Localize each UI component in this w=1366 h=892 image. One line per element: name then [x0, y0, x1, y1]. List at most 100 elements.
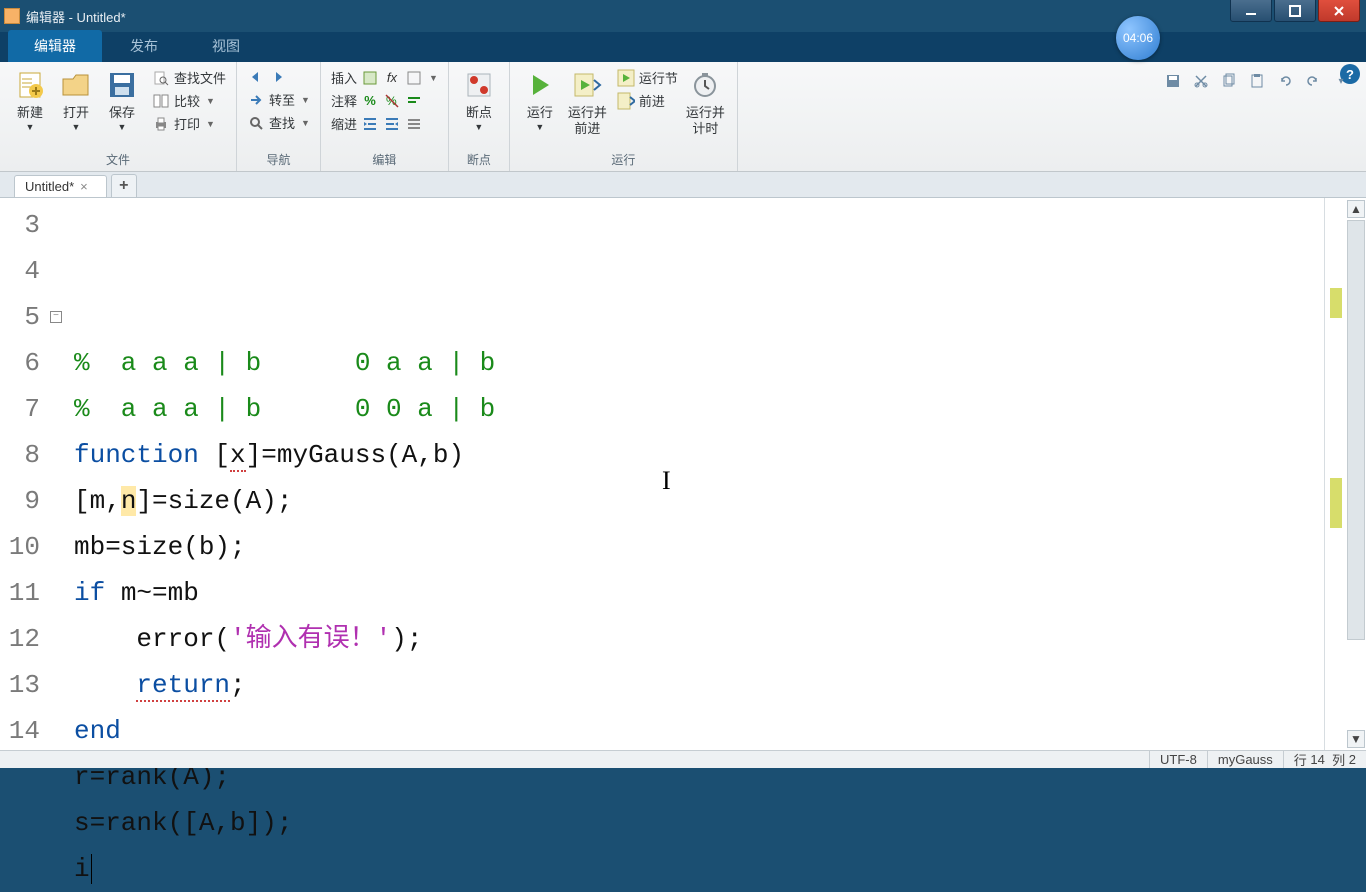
change-strip	[1327, 198, 1343, 750]
code-area[interactable]: I % a a a | b 0 a a | b% a a a | b 0 0 a…	[74, 198, 1324, 750]
code-line[interactable]: if m~=mb	[74, 570, 1324, 616]
clock-icon	[688, 68, 722, 102]
code-editor[interactable]: 34567891011121314 − I % a a a | b 0 a a …	[0, 198, 1366, 750]
code-line[interactable]: mb=size(b);	[74, 524, 1324, 570]
document-tab[interactable]: Untitled* ×	[14, 175, 107, 197]
qat-more[interactable]: ▾	[1330, 70, 1352, 92]
status-bar: UTF-8 myGauss 行 14 列 2	[0, 750, 1366, 768]
status-function: myGauss	[1207, 751, 1283, 768]
fx-icon: fx	[383, 69, 401, 87]
code-line[interactable]: % a a a | b 0 a a | b	[74, 340, 1324, 386]
run-section-icon	[617, 69, 635, 87]
find-button[interactable]: 查找 ▼	[245, 111, 312, 134]
code-line[interactable]: error('输入有误！');	[74, 616, 1324, 662]
qat-undo[interactable]	[1274, 70, 1296, 92]
new-button[interactable]: 新建 ▼	[8, 66, 52, 134]
qat-save[interactable]	[1162, 70, 1184, 92]
time-overlay: 04:06	[1116, 16, 1160, 60]
code-line[interactable]: function [x]=myGauss(A,b)	[74, 432, 1324, 478]
qat-redo[interactable]	[1302, 70, 1324, 92]
tab-view[interactable]: 视图	[186, 30, 266, 62]
code-line[interactable]: return;	[74, 662, 1324, 708]
goto-button[interactable]: 转至 ▼	[245, 88, 312, 111]
find-files-button[interactable]: 查找文件	[150, 66, 228, 89]
maximize-button[interactable]	[1274, 0, 1316, 22]
qat-cut[interactable]	[1190, 70, 1212, 92]
breakpoints-button[interactable]: 断点 ▼	[457, 66, 501, 134]
scroll-down-button[interactable]: ▼	[1347, 730, 1365, 748]
run-time-button[interactable]: 运行并 计时	[682, 66, 729, 138]
code-line[interactable]: end	[74, 708, 1324, 754]
chevron-down-icon: ▼	[206, 119, 215, 129]
indent-icon	[361, 115, 379, 133]
group-nav: 转至 ▼ 查找 ▼ 导航	[237, 62, 321, 171]
nav-back-forward[interactable]	[245, 66, 312, 88]
smart-indent-icon	[405, 115, 423, 133]
status-encoding: UTF-8	[1149, 751, 1207, 768]
compare-button[interactable]: 比较 ▼	[150, 89, 228, 112]
breakpoint-icon	[462, 68, 496, 102]
quick-access-toolbar: ▾	[1162, 70, 1352, 92]
chevron-down-icon: ▼	[429, 73, 438, 83]
open-button[interactable]: 打开 ▼	[54, 66, 98, 134]
minimize-icon	[1245, 5, 1257, 17]
insert-button[interactable]: 插入 fx ▼	[329, 66, 440, 89]
qat-copy[interactable]	[1218, 70, 1240, 92]
chevron-down-icon: ▼	[301, 118, 310, 128]
indent-button[interactable]: 缩进	[329, 112, 440, 135]
play-icon	[523, 68, 557, 102]
chevron-down-icon: ▼	[118, 122, 127, 132]
chevron-down-icon: ▼	[474, 122, 483, 132]
chevron-down-icon: ▼	[26, 122, 35, 132]
ribbon-tabstrip: 编辑器 发布 视图 ▾	[0, 32, 1366, 62]
print-button[interactable]: 打印 ▼	[150, 112, 228, 135]
tab-publish[interactable]: 发布	[104, 30, 184, 62]
folder-open-icon	[59, 68, 93, 102]
code-line[interactable]: % a a a | b 0 0 a | b	[74, 386, 1324, 432]
title-bar: 编辑器 - Untitled*	[0, 0, 1366, 32]
minimize-button[interactable]	[1230, 0, 1272, 22]
scroll-thumb[interactable]	[1347, 220, 1365, 640]
close-button[interactable]	[1318, 0, 1360, 22]
chevron-down-icon: ▾	[1338, 76, 1343, 87]
save-button[interactable]: 保存 ▼	[100, 66, 144, 134]
outdent-icon	[383, 115, 401, 133]
insert-more-icon	[405, 69, 423, 87]
code-line[interactable]: i	[74, 846, 1324, 892]
comment-button[interactable]: 注释 % %	[329, 89, 440, 112]
new-file-icon	[13, 68, 47, 102]
group-breakpoints: 断点 ▼ 断点	[449, 62, 510, 171]
uncomment-icon: %	[383, 92, 401, 110]
find-files-icon	[152, 69, 170, 87]
status-cursor-pos: 行 14 列 2	[1283, 751, 1366, 768]
app-icon	[4, 8, 20, 24]
tab-add-button[interactable]: +	[111, 174, 137, 197]
run-advance-button[interactable]: 运行并 前进	[564, 66, 611, 138]
arrow-left-icon	[247, 68, 265, 86]
run-button[interactable]: 运行 ▼	[518, 66, 562, 134]
redo-icon	[1305, 73, 1321, 89]
right-rail: ▲ ▼	[1324, 198, 1366, 750]
code-line[interactable]: [m,n]=size(A);	[74, 478, 1324, 524]
section-icon	[361, 69, 379, 87]
advance-button[interactable]: 前进	[615, 89, 680, 112]
qat-paste[interactable]	[1246, 70, 1268, 92]
scroll-up-button[interactable]: ▲	[1347, 200, 1365, 218]
save-icon	[1165, 73, 1181, 89]
tab-close-icon[interactable]: ×	[80, 179, 88, 194]
document-tab-label: Untitled*	[25, 179, 74, 194]
chevron-down-icon: ▼	[535, 122, 544, 132]
document-tabstrip: Untitled* × +	[0, 172, 1366, 198]
tab-editor[interactable]: 编辑器	[8, 30, 102, 62]
close-icon	[1333, 5, 1345, 17]
group-run: 运行 ▼ 运行并 前进 运行节 前进 运行并 计时	[510, 62, 738, 171]
chevron-down-icon: ▼	[206, 96, 215, 106]
arrow-right-icon	[269, 68, 287, 86]
group-file: 新建 ▼ 打开 ▼ 保存 ▼ 查找文件	[0, 62, 237, 171]
save-icon	[105, 68, 139, 102]
run-section-button[interactable]: 运行节	[615, 66, 680, 89]
undo-icon	[1277, 73, 1293, 89]
code-line[interactable]: s=rank([A,b]);	[74, 800, 1324, 846]
paste-icon	[1249, 73, 1265, 89]
fold-toggle[interactable]: −	[50, 311, 74, 323]
